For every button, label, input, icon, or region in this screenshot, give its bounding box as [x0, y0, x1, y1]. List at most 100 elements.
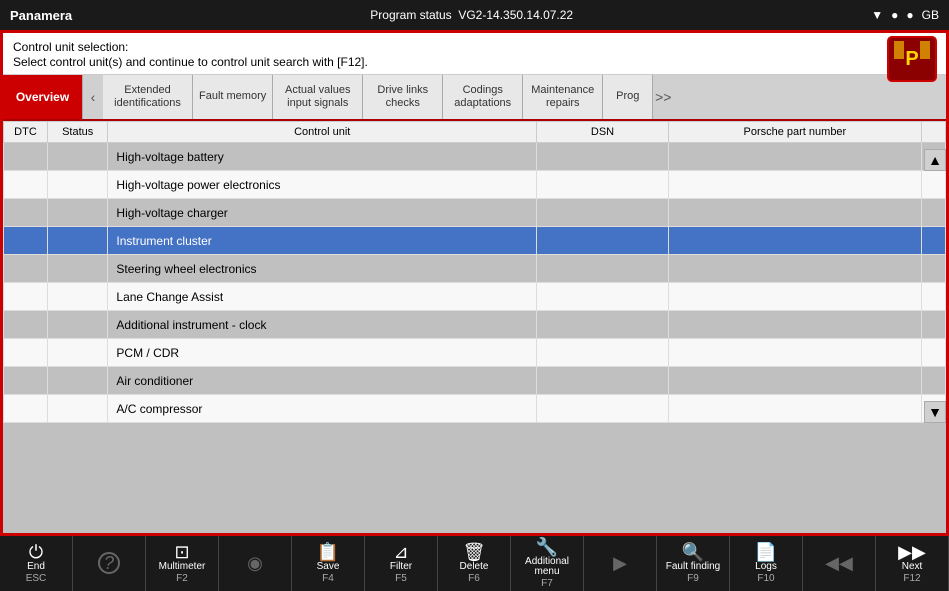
row-control-unit: Steering wheel electronics: [108, 255, 537, 283]
row-status: [47, 143, 107, 171]
logs-key: F10: [757, 573, 774, 584]
toolbar-multimeter-button[interactable]: ⊡ Multimeter F2: [146, 536, 219, 591]
col-dsn: DSN: [537, 122, 669, 143]
table-row[interactable]: High-voltage charger: [4, 199, 946, 227]
table-row[interactable]: High-voltage power electronics: [4, 171, 946, 199]
row-part-number: [668, 227, 921, 255]
tab-fault-memory[interactable]: Fault memory: [193, 75, 273, 119]
save-key: F4: [322, 573, 334, 584]
f3-icon: ◉: [247, 554, 263, 572]
table-row[interactable]: Additional instrument - clock: [4, 311, 946, 339]
additional-menu-key: F7: [541, 578, 553, 589]
toolbar-play-button[interactable]: ▶: [584, 536, 657, 591]
table-row[interactable]: Lane Change Assist: [4, 283, 946, 311]
table-row[interactable]: High-voltage battery: [4, 143, 946, 171]
toolbar-logs-button[interactable]: 📄 Logs F10: [730, 536, 803, 591]
delete-key: F6: [468, 573, 480, 584]
row-part-number: [668, 199, 921, 227]
row-dsn: [537, 171, 669, 199]
app-title: Panamera: [10, 8, 72, 23]
table-area: DTC Status Control unit DSN Porsche part…: [3, 121, 946, 423]
toolbar-end-button[interactable]: ⏻ End ESC: [0, 536, 73, 591]
table-row[interactable]: Instrument cluster: [4, 227, 946, 255]
info-line1: Control unit selection:: [13, 40, 936, 54]
tabs-row: Overview ‹ Extendedidentifications Fault…: [3, 75, 946, 121]
tab-prog[interactable]: Prog: [603, 75, 653, 119]
table-row[interactable]: Air conditioner: [4, 367, 946, 395]
row-status: [47, 227, 107, 255]
row-dtc: [4, 367, 48, 395]
row-part-number: [668, 283, 921, 311]
bottom-toolbar: ⏻ End ESC ? ⊡ Multimeter F2 ◉ 📋 Save F4 …: [0, 536, 949, 591]
main-content-area: Control unit selection: Select control u…: [0, 30, 949, 536]
toolbar-save-button[interactable]: 📋 Save F4: [292, 536, 365, 591]
filter-icon: ⊿: [393, 543, 408, 561]
toolbar-f1-button[interactable]: ?: [73, 536, 146, 591]
additional-menu-icon: 🔧: [536, 538, 558, 556]
tab-drive-links[interactable]: Drive linkschecks: [363, 75, 443, 119]
end-label: End: [27, 562, 45, 572]
filter-label: Filter: [390, 562, 412, 572]
row-part-number: [668, 339, 921, 367]
toolbar-f11-button[interactable]: ◀◀: [803, 536, 876, 591]
col-scroll: [921, 122, 945, 143]
fault-finding-label: Fault finding: [666, 562, 720, 572]
next-key: F12: [903, 573, 920, 584]
row-dsn: [537, 199, 669, 227]
help-icon: ?: [98, 552, 120, 574]
row-extra: [921, 311, 945, 339]
row-status: [47, 367, 107, 395]
status-dot-1: ●: [891, 8, 898, 22]
row-extra: [921, 227, 945, 255]
row-dtc: [4, 143, 48, 171]
row-status: [47, 339, 107, 367]
row-dtc: [4, 311, 48, 339]
control-unit-table: DTC Status Control unit DSN Porsche part…: [3, 121, 946, 423]
row-dtc: [4, 395, 48, 423]
top-bar: Panamera Program status VG2-14.350.14.07…: [0, 0, 949, 30]
table-row[interactable]: PCM / CDR: [4, 339, 946, 367]
row-dsn: [537, 395, 669, 423]
row-dsn: [537, 143, 669, 171]
scroll-up-button[interactable]: ▲: [924, 149, 946, 171]
tab-extended-identifications[interactable]: Extendedidentifications: [103, 75, 193, 119]
tab-codings[interactable]: Codingsadaptations: [443, 75, 523, 119]
fault-finding-icon: 🔍: [682, 543, 704, 561]
row-control-unit: High-voltage charger: [108, 199, 537, 227]
row-extra: [921, 367, 945, 395]
toolbar-delete-button[interactable]: 🗑 Delete F6: [438, 536, 511, 591]
save-label: Save: [317, 562, 340, 572]
toolbar-next-button[interactable]: ▶▶ Next F12: [876, 536, 949, 591]
row-part-number: [668, 367, 921, 395]
row-dsn: [537, 255, 669, 283]
tab-arrow-right[interactable]: >>: [653, 75, 673, 119]
tab-arrow-left[interactable]: ‹: [83, 75, 103, 119]
row-dtc: [4, 339, 48, 367]
row-extra: [921, 255, 945, 283]
info-section: Control unit selection: Select control u…: [3, 33, 946, 75]
multimeter-key: F2: [176, 573, 188, 584]
row-control-unit: Additional instrument - clock: [108, 311, 537, 339]
row-part-number: [668, 255, 921, 283]
row-extra: [921, 199, 945, 227]
row-dtc: [4, 227, 48, 255]
filter-key: F5: [395, 573, 407, 584]
tab-maintenance[interactable]: Maintenancerepairs: [523, 75, 603, 119]
f11-icon: ◀◀: [825, 554, 853, 572]
row-dsn: [537, 367, 669, 395]
multimeter-label: Multimeter: [159, 562, 206, 572]
logs-icon: 📄: [755, 543, 777, 561]
scroll-down-button[interactable]: ▼: [924, 401, 946, 423]
tab-actual-values[interactable]: Actual valuesinput signals: [273, 75, 363, 119]
row-part-number: [668, 311, 921, 339]
save-icon: 📋: [317, 543, 339, 561]
row-status: [47, 255, 107, 283]
fault-finding-key: F9: [687, 573, 699, 584]
toolbar-filter-button[interactable]: ⊿ Filter F5: [365, 536, 438, 591]
toolbar-f3-button[interactable]: ◉: [219, 536, 292, 591]
toolbar-additional-menu-button[interactable]: 🔧 Additional menu F7: [511, 536, 584, 591]
toolbar-fault-finding-button[interactable]: 🔍 Fault finding F9: [657, 536, 730, 591]
table-row[interactable]: Steering wheel electronics: [4, 255, 946, 283]
table-row[interactable]: A/C compressor: [4, 395, 946, 423]
tab-overview[interactable]: Overview: [3, 75, 83, 119]
